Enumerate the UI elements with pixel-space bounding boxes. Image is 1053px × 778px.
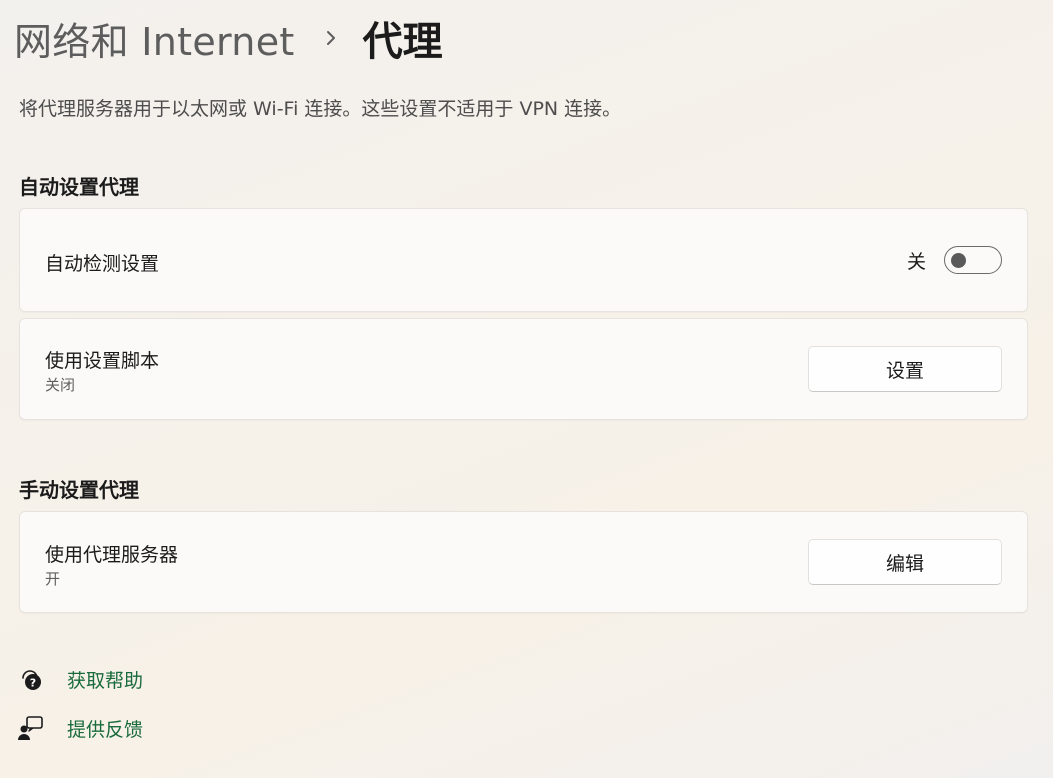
auto-detect-settings-label: 自动检测设置 bbox=[45, 253, 160, 275]
get-help-label[interactable]: 获取帮助 bbox=[67, 666, 143, 693]
proxy-server-card: 使用代理服务器 开 编辑 bbox=[19, 511, 1028, 613]
get-help-link[interactable]: ? 获取帮助 bbox=[17, 665, 143, 693]
breadcrumb: 网络和 Internet 代理 bbox=[14, 10, 443, 66]
page-description: 将代理服务器用于以太网或 Wi-Fi 连接。这些设置不适用于 VPN 连接。 bbox=[19, 98, 622, 120]
give-feedback-label[interactable]: 提供反馈 bbox=[67, 715, 143, 742]
auto-detect-settings-card: 自动检测设置 关 bbox=[19, 208, 1028, 312]
help-chat-icon: ? bbox=[17, 665, 45, 693]
auto-detect-toggle-group: 关 bbox=[907, 209, 1002, 311]
breadcrumb-parent-network-internet[interactable]: 网络和 Internet bbox=[14, 11, 295, 66]
feedback-person-icon bbox=[17, 714, 45, 742]
edit-proxy-button[interactable]: 编辑 bbox=[808, 539, 1002, 585]
setup-script-button[interactable]: 设置 bbox=[808, 346, 1002, 392]
setup-script-card: 使用设置脚本 关闭 设置 bbox=[19, 318, 1028, 420]
give-feedback-link[interactable]: 提供反馈 bbox=[17, 714, 143, 742]
setup-script-label: 使用设置脚本 bbox=[45, 350, 160, 372]
section-title-auto-proxy: 自动设置代理 bbox=[19, 175, 139, 199]
proxy-server-status: 开 bbox=[45, 570, 61, 588]
toggle-knob bbox=[951, 252, 966, 268]
svg-text:?: ? bbox=[30, 677, 36, 690]
auto-detect-toggle[interactable] bbox=[944, 246, 1002, 274]
setup-script-status: 关闭 bbox=[45, 376, 76, 394]
auto-detect-toggle-state: 关 bbox=[906, 250, 926, 273]
section-title-manual-proxy: 手动设置代理 bbox=[19, 478, 139, 502]
chevron-right-icon bbox=[325, 27, 337, 49]
page-title: 代理 bbox=[362, 19, 443, 65]
proxy-server-label: 使用代理服务器 bbox=[45, 544, 179, 566]
